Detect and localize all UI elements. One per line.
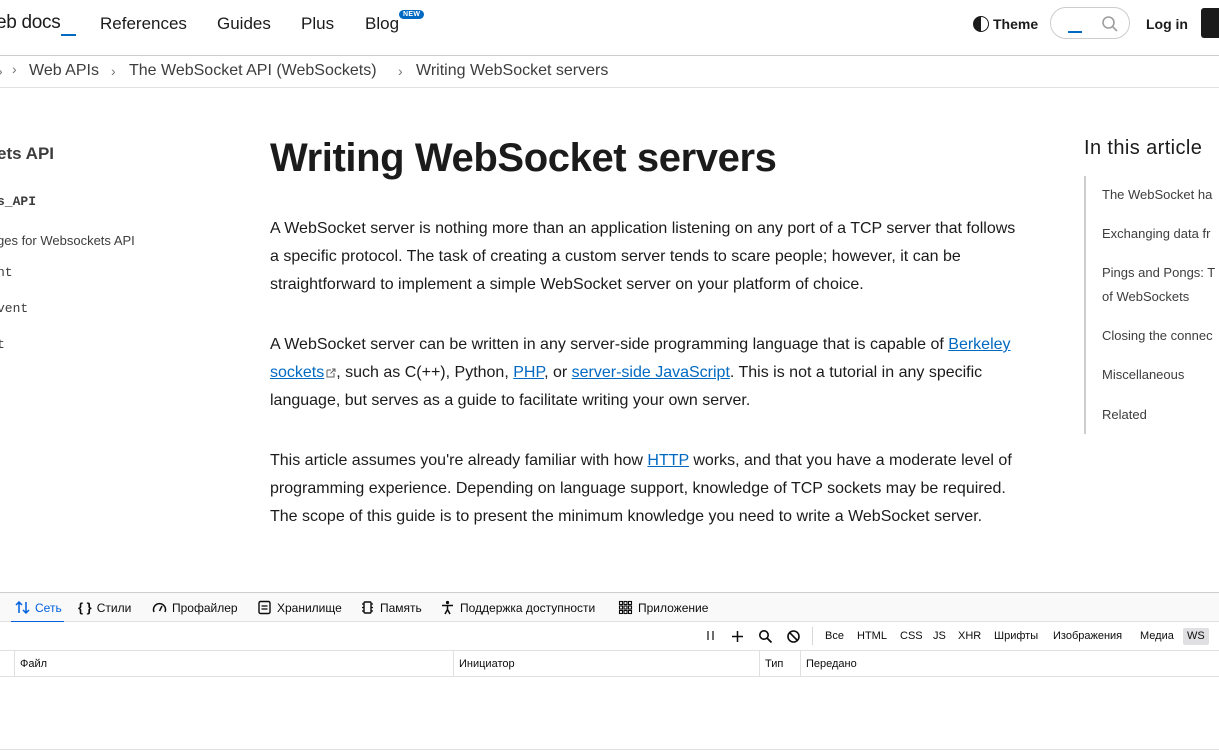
devtools-panel: Сеть { } Стили Профайлер Хранилище Памят… bbox=[0, 592, 1219, 752]
signup-button[interactable] bbox=[1201, 8, 1219, 38]
filter-html[interactable]: HTML bbox=[857, 628, 887, 645]
nav-guides[interactable]: Guides bbox=[217, 14, 271, 34]
grid-icon bbox=[618, 600, 633, 615]
mdn-logo[interactable]: eb docs bbox=[0, 12, 61, 34]
article-paragraph-3: This article assumes you're already fami… bbox=[270, 447, 1022, 531]
toc-item-related[interactable]: Related bbox=[1102, 403, 1219, 427]
tab-styles[interactable]: { } Стили bbox=[78, 593, 131, 622]
article-paragraph-1: A WebSocket server is nothing more than … bbox=[270, 220, 1016, 293]
toc-item-pings-pongs[interactable]: Pings and Pongs: T of WebSockets bbox=[1102, 261, 1219, 309]
tab-label: Хранилище bbox=[277, 600, 342, 615]
sidebar-title[interactable]: ets API bbox=[0, 144, 54, 164]
link-server-side-javascript[interactable]: server-side JavaScript bbox=[572, 364, 730, 381]
network-toolbar: Все HTML CSS JS XHR Шрифты Изображения М… bbox=[0, 622, 1219, 651]
request-table-header: Файл Инициатор Тип Передано bbox=[0, 651, 1219, 677]
sidebar-item-event[interactable]: nt bbox=[0, 265, 13, 280]
filter-js[interactable]: JS bbox=[933, 628, 946, 645]
sidebar-item-guides[interactable]: ges for Websockets API bbox=[0, 233, 135, 248]
external-link-icon bbox=[326, 368, 336, 378]
column-transferred[interactable]: Передано bbox=[800, 651, 1219, 677]
breadcrumb-separator: › bbox=[398, 63, 403, 79]
filter-media[interactable]: Медиа bbox=[1140, 628, 1174, 645]
breadcrumb-current[interactable]: Writing WebSocket servers bbox=[416, 62, 608, 80]
tab-network[interactable]: Сеть bbox=[11, 593, 64, 623]
search-caret bbox=[1068, 31, 1082, 33]
logo-underscore bbox=[61, 34, 76, 36]
tab-application[interactable]: Приложение bbox=[618, 593, 708, 622]
column-file[interactable]: Файл bbox=[14, 651, 454, 677]
pause-icon[interactable] bbox=[703, 629, 718, 644]
search-requests-icon[interactable] bbox=[758, 629, 773, 644]
toc-item-handshake[interactable]: The WebSocket ha bbox=[1102, 183, 1219, 207]
text: A WebSocket server can be written in any… bbox=[270, 336, 949, 353]
toc-title: In this article bbox=[1084, 137, 1203, 159]
top-navigation: eb docs References Guides Plus Blog NEW … bbox=[0, 0, 1219, 56]
column-type[interactable]: Тип bbox=[759, 651, 800, 677]
sidebar-item-api[interactable]: s_API bbox=[0, 194, 36, 209]
nav-blog[interactable]: Blog bbox=[365, 14, 399, 34]
tab-label: Профайлер bbox=[172, 600, 238, 615]
tab-label: Сеть bbox=[35, 600, 62, 615]
text: , or bbox=[544, 364, 572, 381]
tab-label: Поддержка доступности bbox=[460, 600, 596, 615]
theme-button[interactable]: Theme bbox=[973, 15, 1038, 33]
tab-profiler[interactable]: Профайлер bbox=[152, 593, 238, 622]
filter-all[interactable]: Все bbox=[825, 628, 844, 645]
tab-label: Приложение bbox=[638, 600, 709, 615]
toc-item-miscellaneous[interactable]: Miscellaneous bbox=[1102, 363, 1219, 387]
braces-icon: { } bbox=[78, 600, 92, 615]
breadcrumb-separator: › bbox=[0, 63, 3, 79]
network-arrows-icon bbox=[15, 600, 30, 615]
filter-fonts[interactable]: Шрифты bbox=[994, 628, 1038, 645]
breadcrumb-separator: › bbox=[12, 61, 17, 77]
tab-label: Стили bbox=[96, 600, 132, 615]
toolbar-divider bbox=[812, 627, 813, 645]
gauge-icon bbox=[152, 602, 167, 613]
breadcrumb: › › Web APIs › The WebSocket API (WebSoc… bbox=[0, 56, 1219, 88]
breadcrumb-web-apis[interactable]: Web APIs bbox=[29, 62, 99, 80]
search-icon bbox=[1102, 16, 1118, 32]
filter-css[interactable]: CSS bbox=[900, 628, 923, 645]
tab-label: Память bbox=[380, 600, 422, 615]
theme-label: Theme bbox=[993, 16, 1039, 32]
column-initiator[interactable]: Инициатор bbox=[453, 651, 760, 677]
tab-memory[interactable]: Память bbox=[360, 593, 422, 622]
toc-rail bbox=[1084, 176, 1086, 434]
article-paragraph-2: A WebSocket server can be written in any… bbox=[270, 331, 1018, 415]
search-input[interactable] bbox=[1050, 7, 1130, 39]
toc-item-exchanging-data[interactable]: Exchanging data fr bbox=[1102, 222, 1219, 246]
page-title: Writing WebSocket servers bbox=[270, 136, 777, 180]
tab-storage[interactable]: Хранилище bbox=[257, 593, 342, 622]
accessibility-icon bbox=[442, 600, 453, 615]
link-php[interactable]: PHP bbox=[513, 364, 544, 381]
clear-blocked-icon[interactable] bbox=[786, 629, 801, 644]
storage-icon bbox=[258, 600, 271, 615]
text: , such as C(++), Python, bbox=[336, 364, 514, 381]
breadcrumb-websocket-api[interactable]: The WebSocket API (WebSockets) bbox=[129, 62, 377, 80]
memory-chip-icon bbox=[362, 601, 373, 614]
tab-accessibility[interactable]: Поддержка доступности bbox=[440, 593, 595, 622]
nav-plus[interactable]: Plus bbox=[301, 14, 334, 34]
filter-xhr[interactable]: XHR bbox=[958, 628, 981, 645]
link-http[interactable]: HTTP bbox=[647, 452, 688, 469]
login-link[interactable]: Log in bbox=[1146, 16, 1188, 32]
contrast-icon bbox=[973, 16, 989, 32]
new-badge: NEW bbox=[399, 10, 425, 19]
breadcrumb-separator: › bbox=[111, 63, 116, 79]
sidebar-item-event-2[interactable]: vent bbox=[0, 301, 28, 316]
toc-item-closing[interactable]: Closing the connec bbox=[1102, 324, 1219, 348]
sidebar-item-object[interactable]: t bbox=[0, 337, 5, 352]
add-icon[interactable] bbox=[730, 629, 745, 644]
filter-images[interactable]: Изображения bbox=[1053, 628, 1122, 645]
devtools-tabs: Сеть { } Стили Профайлер Хранилище Памят… bbox=[0, 593, 1219, 623]
nav-references[interactable]: References bbox=[100, 14, 187, 34]
filter-ws[interactable]: WS bbox=[1183, 628, 1209, 645]
text: This article assumes you're already fami… bbox=[270, 452, 648, 469]
